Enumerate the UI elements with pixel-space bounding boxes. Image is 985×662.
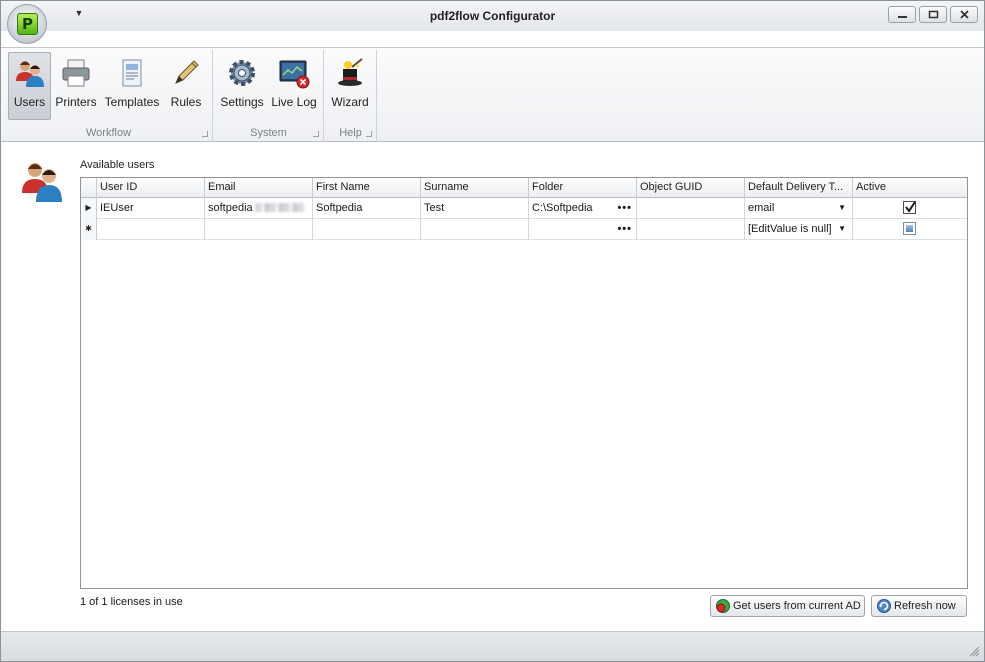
group-launcher-icon[interactable] — [366, 131, 372, 137]
application-menu-button[interactable]: P — [7, 4, 47, 44]
browse-folder-button[interactable]: ••• — [617, 198, 632, 218]
new-cell-surname[interactable] — [421, 219, 529, 240]
templates-button[interactable]: Templates — [103, 52, 161, 120]
checkmark-icon — [905, 201, 916, 213]
column-header-surname[interactable]: Surname — [421, 178, 529, 198]
wizard-button[interactable]: Wizard — [328, 52, 372, 120]
new-cell-email[interactable] — [205, 219, 313, 240]
browse-folder-button[interactable]: ••• — [617, 219, 632, 239]
ribbon-group-caption-system: System — [250, 127, 287, 139]
cell-email[interactable]: softpedia — [205, 198, 313, 219]
printers-button-label: Printers — [55, 95, 97, 109]
new-cell-folder[interactable]: ••• — [529, 219, 637, 240]
minimize-button[interactable] — [888, 6, 916, 23]
new-row-asterisk-icon: ✱ — [81, 219, 97, 240]
window-title: pdf2flow Configurator — [429, 9, 556, 23]
app-window: P ▼ pdf2flow Configurator Users Printers… — [0, 0, 985, 662]
chevron-down-icon[interactable]: ▼ — [838, 219, 846, 239]
row-indicator-header — [81, 178, 97, 198]
column-header-default-delivery[interactable]: Default Delivery T... — [745, 178, 853, 198]
group-launcher-icon[interactable] — [202, 131, 208, 137]
live-log-button-label: Live Log — [271, 95, 317, 109]
new-cell-active[interactable] — [853, 219, 967, 240]
settings-button-label: Settings — [220, 95, 264, 109]
column-header-object-guid[interactable]: Object GUID — [637, 178, 745, 198]
users-icon — [15, 61, 44, 87]
section-label: Available users — [80, 159, 155, 171]
magic-hat-icon — [338, 58, 363, 86]
column-header-user-id[interactable]: User ID — [97, 178, 205, 198]
printers-button[interactable]: Printers — [53, 52, 99, 120]
cell-default-delivery[interactable]: email ▼ — [745, 198, 853, 219]
minimize-icon — [898, 16, 907, 18]
new-cell-user-id[interactable] — [97, 219, 205, 240]
app-logo-icon: P — [17, 13, 38, 35]
users-icon — [22, 163, 62, 202]
new-cell-default-delivery[interactable]: [EditValue is null] ▼ — [745, 219, 853, 240]
grid-header: User ID Email First Name Surname Folder … — [81, 178, 967, 198]
table-row[interactable]: ▶ IEUser softpedia Softpedia Test C:\Sof… — [81, 198, 967, 219]
rules-button[interactable]: Rules — [164, 52, 208, 120]
cell-email-text: softpedia — [208, 202, 253, 214]
users-grid[interactable]: User ID Email First Name Surname Folder … — [80, 177, 968, 589]
column-header-folder[interactable]: Folder — [529, 178, 637, 198]
column-header-active[interactable]: Active — [853, 178, 967, 198]
get-users-from-ad-button[interactable]: Get users from current AD — [710, 595, 865, 617]
rules-button-label: Rules — [170, 95, 202, 109]
templates-button-label: Templates — [104, 95, 160, 109]
live-log-button[interactable]: Live Log — [270, 52, 318, 120]
monitor-icon — [279, 60, 310, 89]
new-item-row[interactable]: ✱ ••• [EditValue is null] ▼ — [81, 219, 967, 240]
email-redacted — [254, 203, 305, 212]
refresh-now-label: Refresh now — [894, 600, 956, 612]
cell-default-delivery-text: email — [748, 202, 775, 214]
ribbon: Users Printers Templates Rules Workflow … — [1, 47, 984, 142]
maximize-button[interactable] — [919, 6, 947, 23]
close-icon — [960, 10, 969, 19]
title-bar: P ▼ pdf2flow Configurator — [1, 1, 984, 44]
new-cell-default-delivery-text: [EditValue is null] — [748, 223, 832, 235]
group-launcher-icon[interactable] — [313, 131, 319, 137]
ribbon-group-system: Settings Live Log System — [214, 50, 324, 142]
users-panel: Available users User ID Email First Name… — [7, 149, 978, 629]
close-button[interactable] — [950, 6, 978, 23]
get-users-from-ad-label: Get users from current AD — [733, 600, 861, 612]
pen-icon — [175, 60, 199, 84]
cell-first-name[interactable]: Softpedia — [313, 198, 421, 219]
cell-active[interactable] — [853, 198, 967, 219]
wizard-button-label: Wizard — [331, 95, 369, 109]
column-header-first-name[interactable]: First Name — [313, 178, 421, 198]
active-checkbox[interactable] — [903, 201, 916, 214]
ribbon-group-workflow: Users Printers Templates Rules Workflow — [5, 50, 213, 142]
cell-folder-text: C:\Softpedia — [532, 202, 593, 214]
template-icon — [122, 59, 142, 87]
licenses-status: 1 of 1 licenses in use — [80, 596, 183, 608]
cell-user-id[interactable]: IEUser — [97, 198, 205, 219]
chevron-down-icon[interactable]: ▼ — [838, 198, 846, 218]
column-header-email[interactable]: Email — [205, 178, 313, 198]
refresh-icon — [877, 599, 891, 613]
printer-icon — [62, 59, 90, 87]
row-indicator-current-icon: ▶ — [81, 198, 97, 219]
ribbon-group-caption-workflow: Workflow — [85, 127, 132, 139]
maximize-icon — [928, 10, 939, 19]
status-bar — [1, 631, 984, 661]
new-cell-first-name[interactable] — [313, 219, 421, 240]
refresh-now-button[interactable]: Refresh now — [871, 595, 967, 617]
cell-folder[interactable]: C:\Softpedia ••• — [529, 198, 637, 219]
users-button[interactable]: Users — [8, 52, 51, 120]
settings-button[interactable]: Settings — [218, 52, 266, 120]
ribbon-group-help: Wizard Help — [325, 50, 377, 142]
new-cell-object-guid[interactable] — [637, 219, 745, 240]
resize-grip-icon[interactable] — [968, 645, 980, 657]
cell-surname[interactable]: Test — [421, 198, 529, 219]
ad-import-icon — [716, 599, 730, 613]
users-button-label: Users — [13, 95, 46, 109]
gear-icon — [229, 60, 255, 86]
active-checkbox-indeterminate[interactable] — [903, 222, 916, 235]
cell-object-guid[interactable] — [637, 198, 745, 219]
